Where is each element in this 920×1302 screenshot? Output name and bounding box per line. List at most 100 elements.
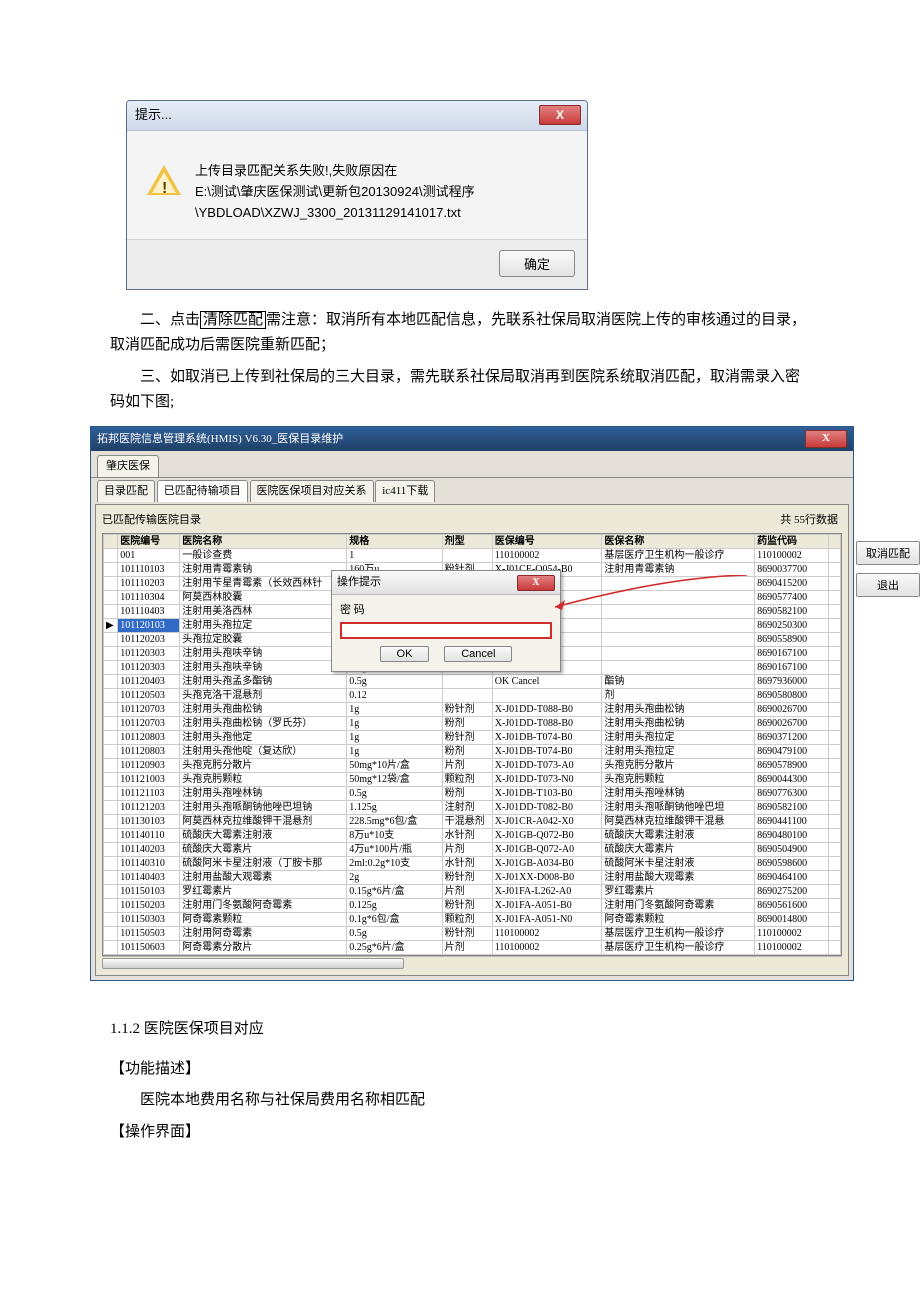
- ok-button[interactable]: 确定: [499, 250, 575, 277]
- table-cell: 硫酸阿米卡星注射液: [602, 857, 755, 871]
- table-header[interactable]: 药监代码: [755, 535, 829, 549]
- table-cell: [602, 577, 755, 591]
- table-row[interactable]: 101150303阿奇霉素颗粒0.1g*6包/盒颗粒剂X-J01FA-A051-…: [104, 913, 841, 927]
- table-cell: 片剂: [442, 759, 492, 773]
- close-icon[interactable]: X: [805, 430, 847, 448]
- password-input[interactable]: [340, 622, 552, 639]
- table-header[interactable]: [104, 535, 118, 549]
- horizontal-scrollbar[interactable]: [102, 956, 842, 969]
- tab-mulupipei[interactable]: 目录匹配: [97, 480, 155, 502]
- table-cell: [829, 801, 841, 815]
- table-cell: [492, 689, 602, 703]
- table-row[interactable]: 101121103注射用头孢唑林钠0.5g粉剂X-J01DB-T103-B0注射…: [104, 787, 841, 801]
- table-row[interactable]: 101120703注射用头孢曲松钠1g粉针剂X-J01DD-T088-B0注射用…: [104, 703, 841, 717]
- exit-button[interactable]: 退出: [856, 573, 920, 597]
- dialog-message: 上传目录匹配关系失败!,失败原因在 E:\测试\肇庆医保测试\更新包201309…: [195, 161, 475, 223]
- instruction-paragraph-2: 二、点击清除匹配需注意：取消所有本地匹配信息，先联系社保局取消医院上传的审核通过…: [110, 308, 810, 359]
- table-cell: 注射用盐酸大观霉素: [602, 871, 755, 885]
- table-cell: 注射用头孢拉定: [180, 619, 347, 633]
- table-cell: [602, 591, 755, 605]
- table-cell: [104, 871, 118, 885]
- table-header[interactable]: [829, 535, 841, 549]
- table-header[interactable]: 规格: [347, 535, 442, 549]
- table-cell: 硫酸庆大霉素片: [602, 843, 755, 857]
- table-cell: [829, 563, 841, 577]
- table-cell: 0.1g*6包/盒: [347, 913, 442, 927]
- table-row[interactable]: 101120803注射用头孢他定1g粉针剂X-J01DB-T074-B0注射用头…: [104, 731, 841, 745]
- function-description-label: 【功能描述】: [110, 1057, 810, 1083]
- close-icon[interactable]: X: [539, 105, 581, 125]
- text-run: 二、点击: [140, 312, 200, 328]
- table-cell: [829, 731, 841, 745]
- cancel-match-button[interactable]: 取消匹配: [856, 541, 920, 565]
- table-row[interactable]: 101150503注射用阿奇霉素0.5g粉针剂110100002基层医疗卫生机构…: [104, 927, 841, 941]
- table-row[interactable]: 101121003头孢克肟颗粒50mg*12袋/盒颗粒剂X-J01DD-T073…: [104, 773, 841, 787]
- cancel-button[interactable]: Cancel: [444, 646, 512, 662]
- table-cell: [829, 787, 841, 801]
- table-row[interactable]: 101120803注射用头孢他啶（复达欣）1g粉剂X-J01DB-T074-B0…: [104, 745, 841, 759]
- table-row[interactable]: 101150203注射用门冬氨酸阿奇霉素0.125g粉针剂X-J01FA-A05…: [104, 899, 841, 913]
- close-icon[interactable]: X: [517, 575, 555, 591]
- table-header[interactable]: 医院编号: [118, 535, 180, 549]
- table-row[interactable]: 101120903头孢克肟分散片50mg*10片/盒片剂X-J01DD-T073…: [104, 759, 841, 773]
- table-cell: 注射用头孢拉定: [602, 745, 755, 759]
- tab-ic411[interactable]: ic411下载: [375, 480, 435, 502]
- table-cell: 101120703: [118, 717, 180, 731]
- table-row[interactable]: 101140403注射用盐酸大观霉素2g粉针剂X-J01XX-D008-B0注射…: [104, 871, 841, 885]
- table-cell: 注射用阿奇霉素: [180, 927, 347, 941]
- table-header[interactable]: 剂型: [442, 535, 492, 549]
- table-cell: X-J01FA-A051-N0: [492, 913, 602, 927]
- table-cell: 101110304: [118, 591, 180, 605]
- table-row[interactable]: 101140203硫酸庆大霉素片4万u*100片/瓶片剂X-J01GB-Q072…: [104, 843, 841, 857]
- table-row[interactable]: 001一般诊查费1110100002基层医疗卫生机构一般诊疗110100002: [104, 549, 841, 563]
- hmis-app-screenshot: 拓邦医院信息管理系统(HMIS) V6.30_医保目录维护 X 肇庆医保 目录匹…: [90, 426, 810, 982]
- table-cell: 8690415200: [755, 577, 829, 591]
- table-cell: 1: [347, 549, 442, 563]
- table-cell: [104, 605, 118, 619]
- table-cell: 1.125g: [347, 801, 442, 815]
- table-cell: [104, 815, 118, 829]
- ok-button[interactable]: OK: [380, 646, 430, 662]
- table-cell: 头孢克肟颗粒: [602, 773, 755, 787]
- table-cell: [104, 661, 118, 675]
- table-cell: X-J01DB-T103-B0: [492, 787, 602, 801]
- list-title: 已匹配传输医院目录: [102, 511, 201, 530]
- table-row[interactable]: 101150103罗红霉素片0.15g*6片/盒片剂X-J01FA-L262-A…: [104, 885, 841, 899]
- table-cell: 剂: [602, 689, 755, 703]
- table-cell: [829, 549, 841, 563]
- table-cell: 1g: [347, 717, 442, 731]
- table-cell: [829, 871, 841, 885]
- dialog-message-line: E:\测试\肇庆医保测试\更新包20130924\测试程序: [195, 182, 475, 203]
- table-cell: 101110203: [118, 577, 180, 591]
- table-cell: 101121203: [118, 801, 180, 815]
- table-header[interactable]: 医保名称: [602, 535, 755, 549]
- table-row[interactable]: 101130103阿莫西林克拉维酸钾干混悬剂228.5mg*6包/盒干混悬剂X-…: [104, 815, 841, 829]
- table-cell: 101110403: [118, 605, 180, 619]
- outer-tab-zhaoqing[interactable]: 肇庆医保: [97, 455, 159, 477]
- table-row[interactable]: 101120703注射用头孢曲松钠（罗氏芬）1g粉剂X-J01DD-T088-B…: [104, 717, 841, 731]
- table-cell: 110100002: [492, 927, 602, 941]
- tab-yipipei[interactable]: 已匹配待输项目: [157, 480, 248, 502]
- table-row[interactable]: 101150603阿奇霉素分散片0.25g*6片/盒片剂110100002基层医…: [104, 941, 841, 955]
- table-row[interactable]: 101120403注射用头孢孟多酯钠0.5gOK Cancel酯钠8697936…: [104, 675, 841, 689]
- table-cell: 干混悬剂: [442, 815, 492, 829]
- table-row[interactable]: 101140310硫酸阿米卡星注射液（丁胺卡那2ml:0.2g*10支水针剂X-…: [104, 857, 841, 871]
- table-cell: 50mg*12袋/盒: [347, 773, 442, 787]
- table-row[interactable]: 101120503头孢克洛干混悬剂0.12剂8690580800: [104, 689, 841, 703]
- table-cell: [442, 549, 492, 563]
- table-cell: 水针剂: [442, 829, 492, 843]
- table-cell: X-J01GB-A034-B0: [492, 857, 602, 871]
- table-cell: [829, 899, 841, 913]
- app-title: 拓邦医院信息管理系统(HMIS) V6.30_医保目录维护: [97, 430, 343, 449]
- table-cell: 8690561600: [755, 899, 829, 913]
- table-row[interactable]: 101140110硫酸庆大霉素注射液8万u*10支水针剂X-J01GB-Q072…: [104, 829, 841, 843]
- table-cell: 8690250300: [755, 619, 829, 633]
- table-cell: 注射用头孢曲松钠: [180, 703, 347, 717]
- table-cell: 50mg*10片/盒: [347, 759, 442, 773]
- table-header[interactable]: 医院名称: [180, 535, 347, 549]
- table-row[interactable]: 101121203注射用头孢哌酮钠他唑巴坦钠1.125g注射剂X-J01DD-T…: [104, 801, 841, 815]
- table-cell: [602, 661, 755, 675]
- table-cell: 注射用头孢呋辛钠: [180, 647, 347, 661]
- table-header[interactable]: 医保编号: [492, 535, 602, 549]
- tab-yiyuanyibao[interactable]: 医院医保项目对应关系: [250, 480, 374, 502]
